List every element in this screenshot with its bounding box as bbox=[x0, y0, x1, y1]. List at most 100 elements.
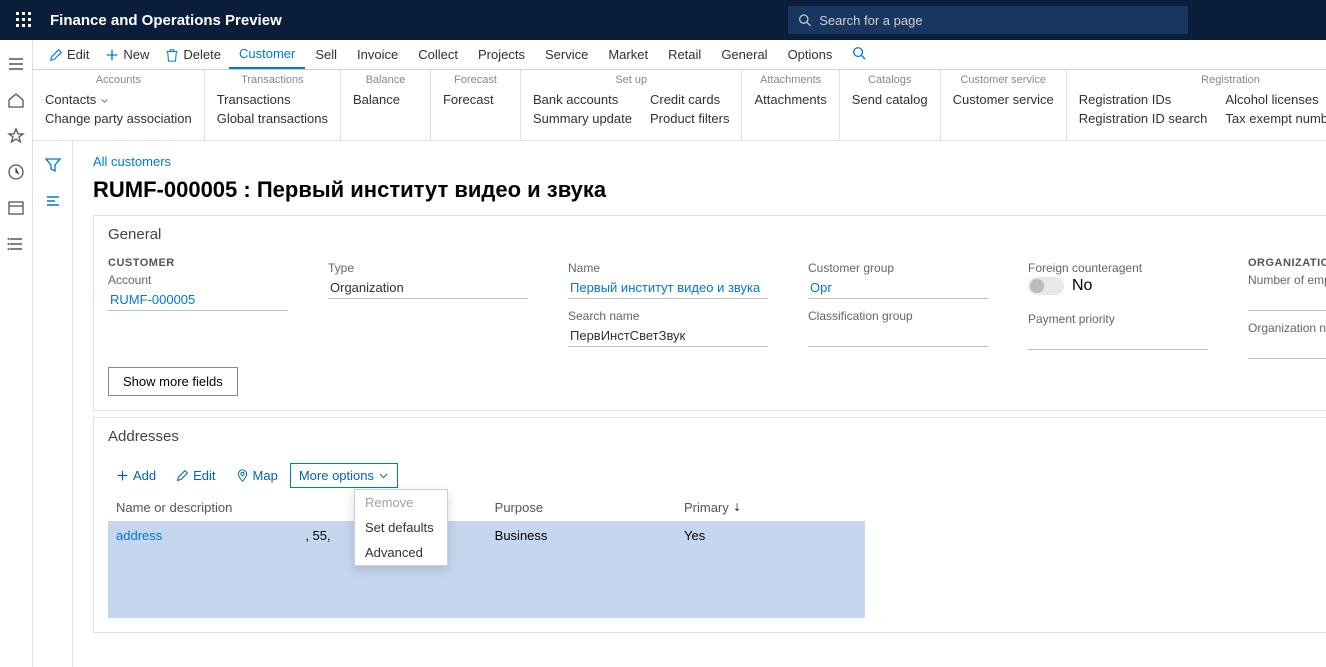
addresses-header[interactable]: Addresses bbox=[94, 418, 1326, 455]
page-title: RUMF-000005 : Первый институт видео и зв… bbox=[93, 177, 1326, 203]
address-add-button[interactable]: Add bbox=[108, 464, 164, 487]
nav-workspaces-icon[interactable] bbox=[0, 192, 32, 224]
org-number-field[interactable] bbox=[1248, 337, 1326, 359]
ribbon-link-transactions[interactable]: Transactions bbox=[217, 92, 328, 107]
content-sidebar bbox=[33, 141, 73, 667]
col-purpose[interactable]: Purpose bbox=[487, 494, 676, 522]
search-name-field[interactable] bbox=[568, 325, 768, 347]
account-field[interactable] bbox=[108, 289, 288, 311]
new-button[interactable]: New bbox=[97, 40, 157, 69]
foreign-counteragent-toggle[interactable]: No bbox=[1028, 277, 1092, 295]
ribbon-group-registration: RegistrationRegistration IDsRegistration… bbox=[1067, 70, 1326, 140]
ribbon-link-attachments[interactable]: Attachments bbox=[754, 92, 826, 107]
ribbon-link-credit-cards[interactable]: Credit cards bbox=[650, 92, 729, 107]
search-input[interactable] bbox=[819, 13, 1178, 28]
search-name-label: Search name bbox=[568, 309, 768, 323]
tab-collect[interactable]: Collect bbox=[408, 40, 468, 69]
ribbon-group-title: Set up bbox=[533, 74, 729, 86]
ribbon-link-send-catalog[interactable]: Send catalog bbox=[852, 92, 928, 107]
address-edit-button[interactable]: Edit bbox=[168, 464, 223, 487]
tab-sell[interactable]: Sell bbox=[305, 40, 347, 69]
ribbon-link-bank-accounts[interactable]: Bank accounts bbox=[533, 92, 632, 107]
payment-priority-field[interactable] bbox=[1028, 328, 1208, 350]
col-name[interactable]: Name or description bbox=[108, 494, 297, 522]
nav-hamburger-icon[interactable] bbox=[0, 48, 32, 80]
tab-service[interactable]: Service bbox=[535, 40, 598, 69]
menu-item-set-defaults[interactable]: Set defaults bbox=[355, 515, 447, 540]
classification-group-field[interactable] bbox=[808, 325, 988, 347]
show-more-fields-button[interactable]: Show more fields bbox=[108, 367, 238, 396]
breadcrumb-all-customers[interactable]: All customers bbox=[93, 154, 171, 169]
ribbon-group-title: Attachments bbox=[754, 74, 826, 86]
table-row[interactable]: address, 55,BusinessYes bbox=[108, 522, 865, 618]
nav-recent-icon[interactable] bbox=[0, 156, 32, 188]
menu-item-remove: Remove bbox=[355, 490, 447, 515]
org-details-section-label: ORGANIZATION DETAILS bbox=[1248, 257, 1326, 269]
delete-button[interactable]: Delete bbox=[157, 40, 229, 69]
tab-invoice[interactable]: Invoice bbox=[347, 40, 408, 69]
app-launcher-icon[interactable] bbox=[8, 4, 40, 36]
ribbon-group-balance: Balance Balance bbox=[341, 70, 431, 140]
customer-group-label: Customer group bbox=[808, 261, 988, 275]
actionbar-search-icon[interactable] bbox=[842, 46, 876, 63]
menu-item-advanced[interactable]: Advanced bbox=[355, 540, 447, 565]
ribbon-link-customer-service[interactable]: Customer service bbox=[953, 92, 1054, 107]
related-info-icon[interactable] bbox=[39, 187, 67, 215]
type-field[interactable] bbox=[328, 277, 528, 299]
ribbon-group-forecast: Forecast Forecast bbox=[431, 70, 521, 140]
org-number-label: Organization number bbox=[1248, 321, 1326, 335]
ribbon-link-registration-ids[interactable]: Registration IDs bbox=[1079, 92, 1208, 107]
ribbon-group-transactions: TransactionsTransactionsGlobal transacti… bbox=[205, 70, 341, 140]
name-field[interactable] bbox=[568, 277, 768, 299]
ribbon-group-title: Customer service bbox=[953, 74, 1054, 86]
ribbon-link-tax-exempt-number-search[interactable]: Tax exempt number search bbox=[1225, 111, 1326, 126]
global-search[interactable] bbox=[788, 6, 1188, 34]
trash-icon bbox=[165, 48, 179, 62]
ribbon-link-product-filters[interactable]: Product filters bbox=[650, 111, 729, 126]
num-employees-field[interactable]: 0 bbox=[1248, 289, 1326, 311]
addresses-card: Addresses Add Edit bbox=[93, 417, 1326, 633]
tab-market[interactable]: Market bbox=[598, 40, 658, 69]
pencil-icon bbox=[176, 469, 189, 482]
ribbon-group-catalogs: Catalogs Send catalog bbox=[840, 70, 941, 140]
general-header[interactable]: General bbox=[94, 216, 1326, 253]
foreign-counteragent-value: No bbox=[1072, 277, 1092, 295]
payment-priority-label: Payment priority bbox=[1028, 312, 1208, 326]
address-name-cell[interactable]: address bbox=[108, 522, 297, 618]
customer-group-field[interactable] bbox=[808, 277, 988, 299]
tab-customer[interactable]: Customer bbox=[229, 40, 305, 69]
ribbon-link-alcohol-licenses[interactable]: Alcohol licenses bbox=[1225, 92, 1326, 107]
nav-modules-icon[interactable] bbox=[0, 228, 32, 260]
name-label: Name bbox=[568, 261, 768, 275]
ribbon-group-title: Balance bbox=[353, 74, 418, 86]
ribbon-link-summary-update[interactable]: Summary update bbox=[533, 111, 632, 126]
account-label: Account bbox=[108, 273, 288, 287]
tab-projects[interactable]: Projects bbox=[468, 40, 535, 69]
address-purpose-cell: Business bbox=[487, 522, 676, 618]
ribbon-group-title: Catalogs bbox=[852, 74, 928, 86]
filter-icon[interactable] bbox=[39, 151, 67, 179]
left-nav-rail bbox=[0, 40, 33, 667]
address-more-options-button[interactable]: More options bbox=[290, 463, 398, 488]
ribbon-link-balance[interactable]: Balance bbox=[353, 92, 400, 107]
tab-retail[interactable]: Retail bbox=[658, 40, 711, 69]
ribbon-group-attachments: Attachments Attachments bbox=[742, 70, 839, 140]
chevron-down-icon bbox=[378, 470, 389, 481]
more-options-menu: RemoveSet defaultsAdvanced bbox=[354, 489, 448, 566]
page-content: All customers RUMF-000005 : Первый инсти… bbox=[73, 141, 1326, 667]
tab-general[interactable]: General bbox=[711, 40, 777, 69]
pencil-icon bbox=[49, 48, 63, 62]
ribbon-link-registration-id-search[interactable]: Registration ID search bbox=[1079, 111, 1208, 126]
address-map-button[interactable]: Map bbox=[228, 464, 286, 487]
ribbon-group-title: Forecast bbox=[443, 74, 508, 86]
tab-options[interactable]: Options bbox=[778, 40, 843, 69]
ribbon-link-contacts[interactable]: Contacts bbox=[45, 92, 192, 107]
ribbon-link-global-transactions[interactable]: Global transactions bbox=[217, 111, 328, 126]
ribbon-link-change-party-association[interactable]: Change party association bbox=[45, 111, 192, 126]
col-primary[interactable]: Primary bbox=[676, 494, 865, 522]
nav-home-icon[interactable] bbox=[0, 84, 32, 116]
address-primary-cell: Yes bbox=[676, 522, 865, 618]
ribbon-link-forecast[interactable]: Forecast bbox=[443, 92, 494, 107]
edit-button[interactable]: Edit bbox=[41, 40, 97, 69]
nav-favorites-icon[interactable] bbox=[0, 120, 32, 152]
